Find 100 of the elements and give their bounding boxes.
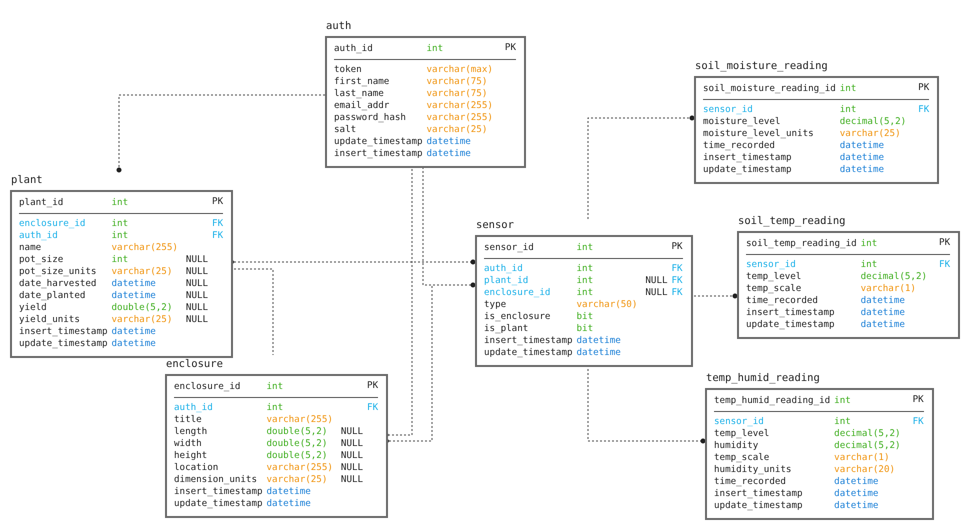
column-type: datetime: [266, 498, 312, 510]
column-name: yield: [19, 302, 48, 314]
column-type: varchar(255): [266, 462, 333, 474]
column-type: varchar(25): [112, 266, 174, 278]
column-name: temp_level: [746, 271, 802, 283]
column-type: datetime: [834, 500, 880, 512]
column-type: datetime: [112, 290, 157, 302]
column-name: length: [174, 426, 208, 438]
column-name: temp_level: [714, 428, 770, 440]
column-type: datetime: [266, 486, 312, 498]
column-type: varchar(20): [834, 464, 896, 476]
column-name: first_name: [334, 76, 390, 88]
column-type: double(5,2): [266, 438, 328, 450]
column-name: enclosure_id: [484, 287, 552, 299]
column-type: int: [576, 263, 594, 275]
column-type: datetime: [840, 152, 886, 164]
column-name: sensor_id: [484, 241, 535, 254]
column-type: decimal(5,2): [834, 428, 901, 440]
table-name: enclosure: [166, 358, 224, 371]
column-type: double(5,2): [112, 302, 174, 314]
column-type: varchar(255): [266, 414, 333, 426]
column-type: decimal(5,2): [834, 440, 901, 452]
column-type: int: [112, 218, 130, 230]
column-type: datetime: [860, 295, 906, 307]
column-type: varchar(75): [426, 76, 488, 88]
column-name: dimension_units: [174, 474, 258, 486]
column-name: plant_id: [484, 275, 530, 287]
null-label: NULL: [340, 450, 364, 462]
column-type: decimal(5,2): [840, 116, 906, 128]
column-name: moisture_level_units: [703, 128, 815, 140]
column-type: int: [860, 237, 878, 250]
column-name: insert_timestamp: [703, 152, 793, 164]
column-type: int: [266, 402, 284, 414]
column-name: enclosure_id: [174, 380, 242, 393]
column-type: int: [834, 416, 852, 428]
null-label: NULL: [186, 266, 208, 278]
table-name: soil_temp_reading: [738, 215, 846, 228]
column-type: datetime: [840, 164, 886, 176]
column-name: auth_id: [174, 402, 214, 414]
null-label: NULL: [186, 302, 208, 314]
column-name: name: [19, 242, 42, 254]
key-label: PK: [672, 241, 683, 254]
column-name: pot_size: [19, 254, 64, 266]
key-label: FK: [212, 218, 224, 230]
column-name: token: [334, 64, 363, 76]
column-name: insert_timestamp: [174, 486, 263, 498]
column-name: update_timestamp: [714, 500, 804, 512]
column-name: date_planted: [19, 290, 86, 302]
column-type: varchar(255): [426, 100, 493, 112]
column-name: insert_timestamp: [746, 307, 836, 319]
column-type: double(5,2): [266, 426, 328, 438]
column-name: enclosure_id: [19, 218, 86, 230]
table-name: plant: [11, 174, 44, 187]
column-type: varchar(75): [426, 88, 488, 100]
null-label: NULL: [645, 287, 668, 299]
column-name: temp_scale: [746, 283, 802, 295]
column-name: title: [174, 414, 203, 426]
column-name: is_enclosure: [484, 311, 552, 323]
column-name: update_timestamp: [484, 347, 573, 359]
column-name: date_harvested: [19, 278, 98, 290]
column-type: varchar(255): [426, 112, 493, 124]
column-type: int: [576, 275, 594, 287]
column-name: time_recorded: [746, 295, 819, 307]
column-name: insert_timestamp: [334, 148, 423, 160]
column-type: int: [112, 254, 130, 266]
column-name: sensor_id: [746, 259, 797, 271]
column-name: width: [174, 438, 203, 450]
column-name: last_name: [334, 88, 385, 100]
column-name: insert_timestamp: [19, 326, 108, 338]
null-label: NULL: [186, 290, 208, 302]
column-type: int: [112, 196, 130, 209]
column-name: is_plant: [484, 323, 530, 335]
key-label: FK: [212, 230, 224, 242]
column-type: bit: [576, 311, 594, 323]
column-name: location: [174, 462, 220, 474]
null-label: NULL: [186, 254, 208, 266]
column-name: time_recorded: [703, 140, 776, 152]
column-name: plant_id: [19, 196, 64, 209]
key-label: PK: [504, 42, 516, 55]
column-type: varchar(25): [266, 474, 328, 486]
column-name: password_hash: [334, 112, 407, 124]
column-type: varchar(25): [112, 314, 174, 326]
column-type: int: [266, 380, 284, 393]
column-name: salt: [334, 124, 358, 136]
null-label: NULL: [186, 278, 208, 290]
column-type: decimal(5,2): [860, 271, 928, 283]
column-name: auth_id: [19, 230, 59, 242]
column-name: update_timestamp: [703, 164, 793, 176]
column-type: int: [840, 82, 858, 95]
null-label: NULL: [340, 462, 364, 474]
column-type: datetime: [576, 335, 622, 347]
column-name: type: [484, 299, 508, 311]
column-name: update_timestamp: [19, 338, 108, 350]
column-type: double(5,2): [266, 450, 328, 462]
table-name: soil_moisture_reading: [695, 60, 829, 73]
column-type: datetime: [576, 347, 622, 359]
column-name: email_addr: [334, 100, 390, 112]
column-type: varchar(255): [112, 242, 178, 254]
column-type: varchar(25): [426, 124, 488, 136]
key-label: PK: [212, 196, 224, 209]
